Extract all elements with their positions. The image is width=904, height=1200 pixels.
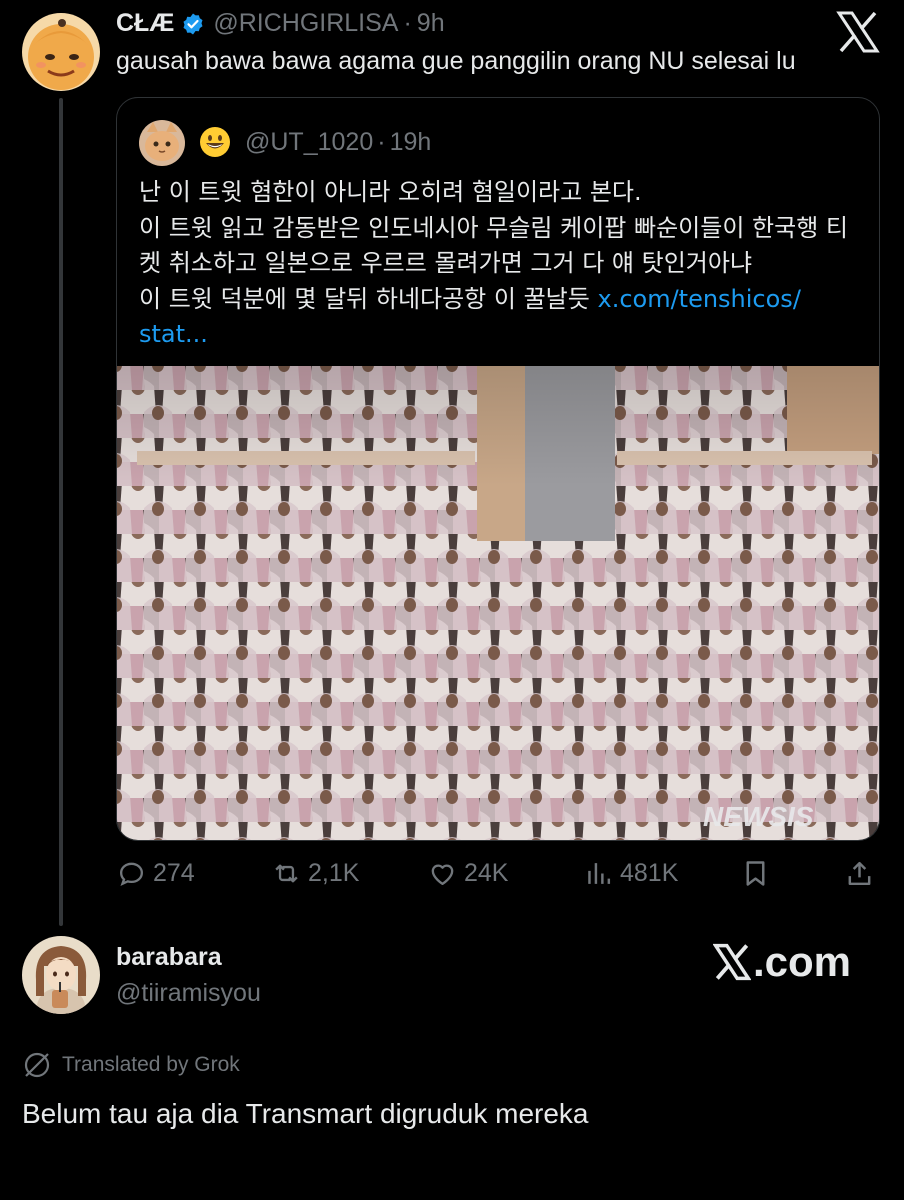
separator-dot: · [377,128,386,156]
repost-button[interactable]: 2,1K [271,858,359,889]
quoted-author-avatar[interactable] [139,120,185,166]
quoted-text: 난 이 트윗 혐한이 아니라 오히려 혐일이라고 본다. 이 트윗 읽고 감동받… [139,175,869,353]
repost-count: 2,1K [308,859,360,887]
quoted-link[interactable]: x.com/tenshicos/ [597,285,800,313]
tweet-time[interactable]: 9h [417,9,445,38]
bookmark-icon [746,861,765,886]
quoted-text-line: 난 이 트윗 혐한이 아니라 오히려 혐일이라고 본다. [139,178,642,206]
separator-dot: · [403,9,412,37]
author-name[interactable]: CŁÆ [116,9,174,38]
quoted-tweet-card[interactable]: @UT_1020 · 19h 난 이 트윗 혐한이 아니라 오히려 혐일이라고 본다… [116,97,880,841]
reply-author-handle[interactable]: @tiiramisyou [116,979,261,1008]
like-button[interactable]: 24K [427,858,508,889]
reply-button[interactable]: 274 [116,858,195,889]
reply-author-name[interactable]: barabara [116,943,222,972]
tweet-text: gausah bawa bawa agama gue panggilin ora… [116,47,796,75]
views-button[interactable]: 481K [583,858,678,889]
grinning-emoji-icon [200,127,230,157]
quoted-time[interactable]: 19h [390,128,432,156]
views-icon [588,863,611,884]
x-logo-icon [713,943,751,981]
reply-icon [120,862,143,887]
repost-icon [275,864,298,883]
quoted-text-line-with-link: 이 트윗 덕분에 몇 달뒤 하네다공항 이 꿀날듯 x.com/tenshico… [139,282,869,318]
quoted-text-line: 켓 취소하고 일본으로 우르르 몰려가면 그거 다 얘 탓인거아냐 [139,249,753,277]
quoted-text-fragment: 이 트윗 덕분에 몇 달뒤 하네다공항 이 꿀날듯 [139,284,590,313]
verified-badge-icon [183,13,203,34]
quoted-link-continuation[interactable]: stat... [139,317,869,353]
share-icon [848,861,871,886]
action-bar: 274 2,1K 24K 481K [116,858,880,898]
x-logo-icon [836,11,880,53]
author-handle[interactable]: @RICHGIRLISA [213,9,398,38]
translated-label: Translated by Grok [62,1053,240,1076]
translated-by-grok[interactable]: Translated by Grok [22,1050,240,1080]
thread-line [59,98,63,926]
reply-text: Belum tau aja dia Transmart digruduk mer… [22,1098,589,1129]
tweet-header: CŁÆ @RICHGIRLISA · 9h [116,9,445,38]
view-count: 481K [620,859,679,887]
like-count: 24K [464,859,509,887]
quoted-header: @UT_1020 · 19h [245,128,431,157]
quoted-text-line: 이 트윗 읽고 감동받은 인도네시아 무슬림 케이팝 빠순이들이 한국행 티 [139,213,848,242]
reply-count: 274 [153,859,195,887]
translate-icon [24,1052,50,1078]
x-com-text: .com [753,938,852,985]
x-com-watermark: .com [713,938,851,986]
bookmark-button[interactable] [740,858,777,889]
author-avatar[interactable] [22,13,100,91]
photo-watermark: NEWSIS [703,801,814,832]
reply-author-avatar[interactable] [22,936,100,1014]
quoted-handle[interactable]: @UT_1020 [245,128,373,156]
quoted-photo[interactable]: NEWSIS [117,366,879,840]
like-icon [431,864,454,885]
share-button[interactable] [844,858,881,889]
